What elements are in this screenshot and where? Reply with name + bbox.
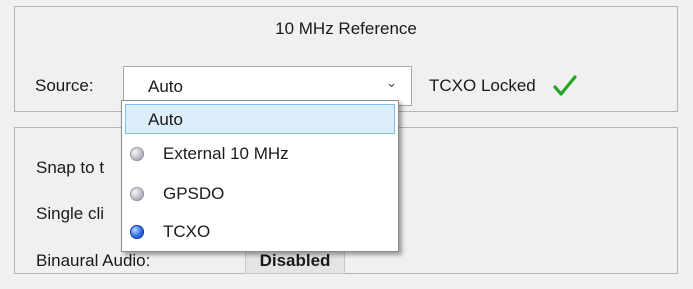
source-label: Source: bbox=[35, 76, 94, 95]
dropdown-item-auto[interactable]: Auto bbox=[125, 104, 395, 134]
source-dropdown-list: Auto External 10 MHz GPSDO TCXO bbox=[121, 100, 399, 252]
source-combobox-value: Auto bbox=[148, 77, 183, 96]
dropdown-item-gpsdo[interactable]: GPSDO bbox=[125, 179, 395, 209]
binaural-audio-label: Binaural Audio: bbox=[36, 251, 151, 270]
radio-inactive-icon bbox=[130, 187, 144, 201]
reference-group-title: 10 MHz Reference bbox=[275, 19, 417, 38]
dropdown-item-label: Auto bbox=[148, 110, 183, 129]
radio-inactive-icon bbox=[130, 147, 144, 161]
dropdown-item-label: External 10 MHz bbox=[163, 144, 289, 163]
checkmark-icon bbox=[553, 75, 577, 96]
reference-group: 10 MHz Reference Source: Auto ⌄ TCXO Loc… bbox=[14, 6, 678, 112]
single-click-label: Single cli bbox=[36, 204, 105, 223]
snap-to-label: Snap to t bbox=[36, 158, 105, 177]
dropdown-item-external-10mhz[interactable]: External 10 MHz bbox=[125, 139, 395, 169]
lock-status-text: TCXO Locked bbox=[429, 76, 536, 95]
chevron-down-icon[interactable]: ⌄ bbox=[386, 75, 397, 91]
dropdown-item-label: GPSDO bbox=[163, 184, 225, 203]
radio-active-icon bbox=[130, 225, 144, 239]
dropdown-item-tcxo[interactable]: TCXO bbox=[125, 217, 395, 247]
dropdown-item-label: TCXO bbox=[163, 222, 211, 241]
